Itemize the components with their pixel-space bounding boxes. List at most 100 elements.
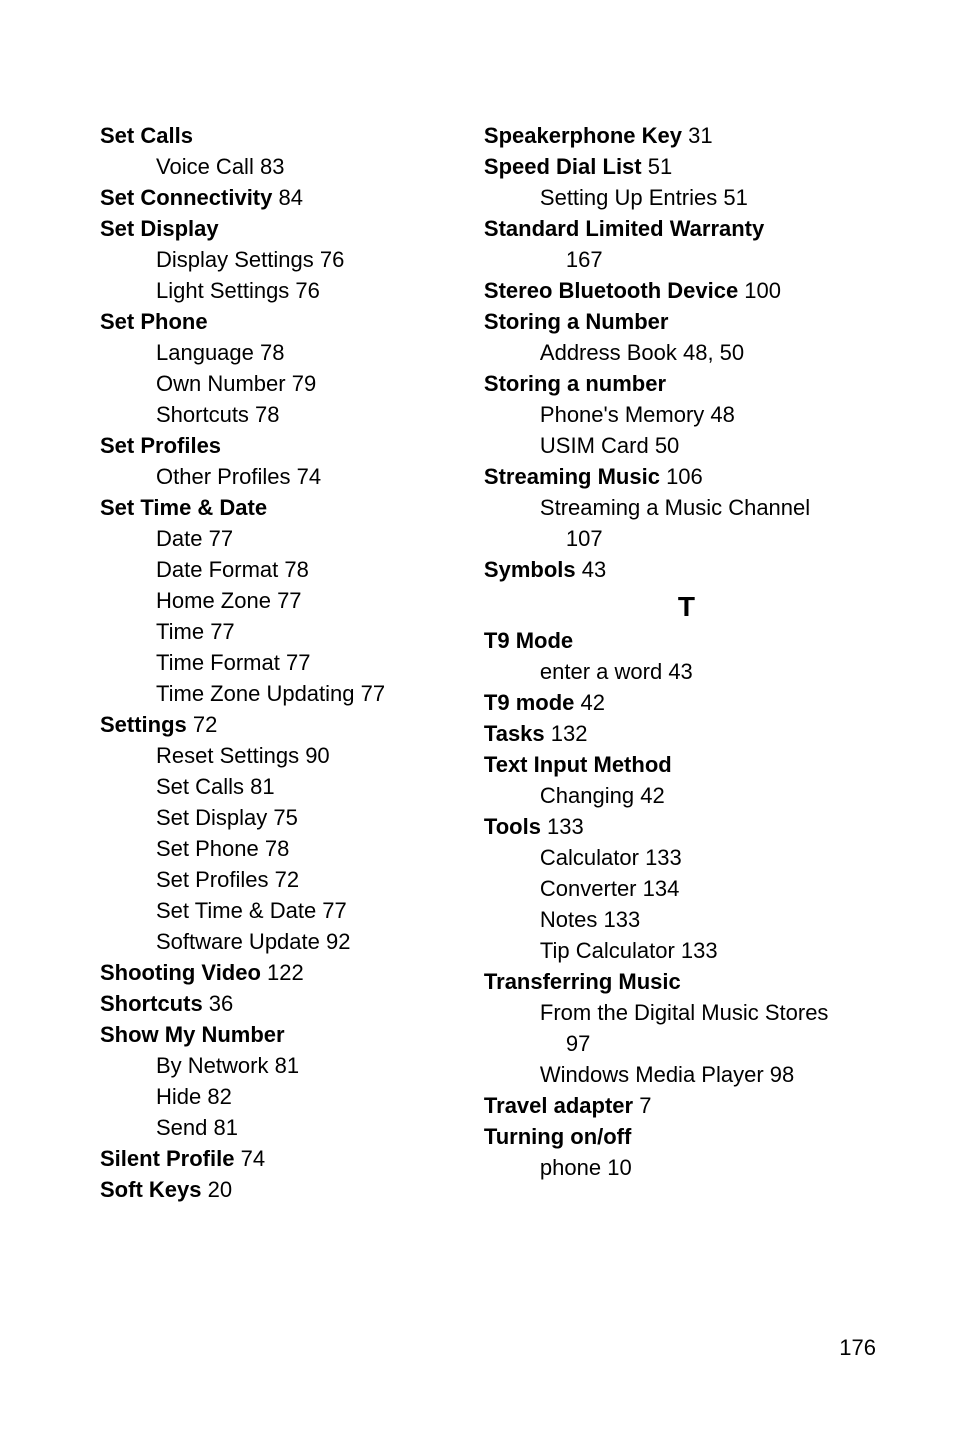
entry-page: 76: [314, 247, 345, 272]
entry-page: 31: [682, 123, 713, 148]
entry-label: Windows Media Player: [540, 1062, 764, 1087]
index-entry: Shortcuts 36: [100, 988, 474, 1019]
entry-label: Phone's Memory: [540, 402, 704, 427]
index-page: Set CallsVoice Call 83Set Connectivity 8…: [0, 0, 954, 1245]
index-entry: Set Phone 78: [100, 833, 474, 864]
entry-page: 122: [261, 960, 304, 985]
index-entry: Set Display 75: [100, 802, 474, 833]
entry-label: Show My Number: [100, 1022, 285, 1047]
entry-label: Calculator: [540, 845, 639, 870]
entry-label: Hide: [156, 1084, 201, 1109]
right-column: Speakerphone Key 31Speed Dial List 51Set…: [484, 120, 889, 1205]
entry-label: Soft Keys: [100, 1177, 201, 1202]
entry-label: Tools: [484, 814, 541, 839]
entry-label: phone: [540, 1155, 601, 1180]
index-entry: Travel adapter 7: [484, 1090, 889, 1121]
entry-label: Streaming Music: [484, 464, 660, 489]
index-entry: 167: [484, 244, 889, 275]
index-entry: T9 mode 42: [484, 687, 889, 718]
entry-page: 51: [717, 185, 748, 210]
entry-label: Set Phone: [156, 836, 259, 861]
index-entry: Reset Settings 90: [100, 740, 474, 771]
entry-page: 97: [566, 1031, 590, 1056]
index-entry: Symbols 43: [484, 554, 889, 585]
index-entry: 107: [484, 523, 889, 554]
entry-label: Changing: [540, 783, 634, 808]
entry-page: 133: [639, 845, 682, 870]
index-entry: Set Display: [100, 213, 474, 244]
entry-page: 90: [299, 743, 330, 768]
index-entry: Tools 133: [484, 811, 889, 842]
entry-page: 133: [541, 814, 584, 839]
entry-label: Symbols: [484, 557, 576, 582]
entry-page: 134: [637, 876, 680, 901]
entry-page: 132: [545, 721, 588, 746]
entry-label: Shortcuts: [100, 991, 203, 1016]
index-entry: phone 10: [484, 1152, 889, 1183]
entry-label: Reset Settings: [156, 743, 299, 768]
index-entry: Set Time & Date: [100, 492, 474, 523]
entry-page: 74: [291, 464, 322, 489]
entry-label: Set Connectivity: [100, 185, 272, 210]
index-entry: Notes 133: [484, 904, 889, 935]
index-entry: Show My Number: [100, 1019, 474, 1050]
entry-label: Send: [156, 1115, 207, 1140]
index-entry: Date Format 78: [100, 554, 474, 585]
entry-label: Streaming a Music Channel: [540, 495, 810, 520]
entry-label: Settings: [100, 712, 187, 737]
entry-label: Storing a Number: [484, 309, 669, 334]
entry-label: Silent Profile: [100, 1146, 234, 1171]
index-entry: Streaming a Music Channel: [484, 492, 889, 523]
entry-label: Language: [156, 340, 254, 365]
entry-label: Time Zone Updating: [156, 681, 355, 706]
index-entry: enter a word 43: [484, 656, 889, 687]
index-entry: Setting Up Entries 51: [484, 182, 889, 213]
index-entry: Speakerphone Key 31: [484, 120, 889, 151]
index-entry: Own Number 79: [100, 368, 474, 399]
entry-page: 50: [649, 433, 680, 458]
index-entry: Changing 42: [484, 780, 889, 811]
index-entry: T9 Mode: [484, 625, 889, 656]
entry-page: 77: [316, 898, 347, 923]
entry-page: 77: [355, 681, 386, 706]
index-entry: Tasks 132: [484, 718, 889, 749]
index-entry: Set Profiles: [100, 430, 474, 461]
index-entry: Set Time & Date 77: [100, 895, 474, 926]
entry-label: Set Time & Date: [156, 898, 316, 923]
entry-page: 75: [267, 805, 298, 830]
entry-page: 167: [566, 247, 603, 272]
entry-page: 82: [201, 1084, 232, 1109]
entry-label: Tip Calculator: [540, 938, 675, 963]
entry-label: Time Format: [156, 650, 280, 675]
index-entry: Stereo Bluetooth Device 100: [484, 275, 889, 306]
entry-label: Time: [156, 619, 204, 644]
entry-label: From the Digital Music Stores: [540, 1000, 829, 1025]
index-entry: Storing a Number: [484, 306, 889, 337]
entry-label: Shortcuts: [156, 402, 249, 427]
entry-page: 10: [601, 1155, 632, 1180]
index-entry: Time 77: [100, 616, 474, 647]
entry-label: Converter: [540, 876, 637, 901]
entry-label: Set Display: [156, 805, 267, 830]
index-entry: Storing a number: [484, 368, 889, 399]
entry-page: 98: [764, 1062, 795, 1087]
entry-label: Travel adapter: [484, 1093, 633, 1118]
entry-page: 78: [278, 557, 309, 582]
entry-page: 133: [597, 907, 640, 932]
index-entry: Phone's Memory 48: [484, 399, 889, 430]
index-entry: Send 81: [100, 1112, 474, 1143]
entry-label: Address Book: [540, 340, 677, 365]
entry-page: 77: [271, 588, 302, 613]
index-entry: Soft Keys 20: [100, 1174, 474, 1205]
index-entry: Shortcuts 78: [100, 399, 474, 430]
entry-label: enter a word: [540, 659, 662, 684]
index-entry: From the Digital Music Stores: [484, 997, 889, 1028]
entry-page: 81: [268, 1053, 299, 1078]
entry-label: T9 Mode: [484, 628, 573, 653]
index-entry: Shooting Video 122: [100, 957, 474, 988]
entry-label: Home Zone: [156, 588, 271, 613]
index-entry: Home Zone 77: [100, 585, 474, 616]
index-entry: Tip Calculator 133: [484, 935, 889, 966]
index-entry: Language 78: [100, 337, 474, 368]
index-entry: Hide 82: [100, 1081, 474, 1112]
